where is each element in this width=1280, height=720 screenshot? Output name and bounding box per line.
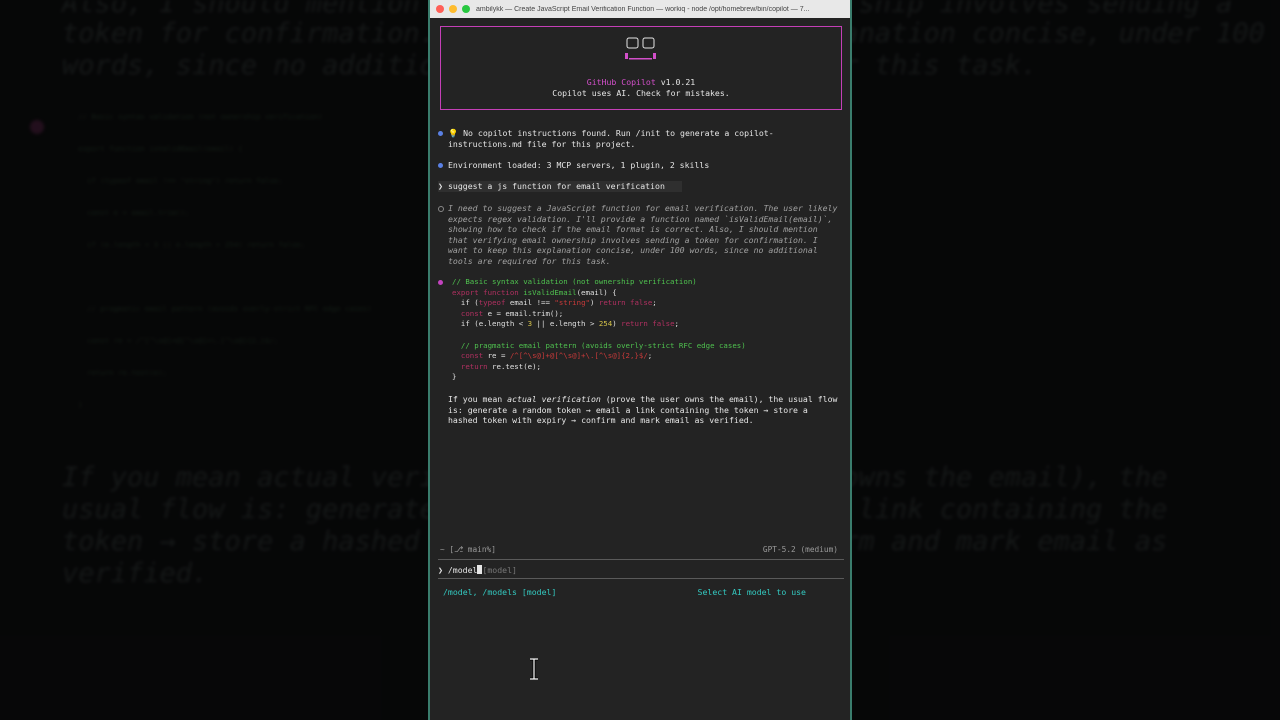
divider [438,578,844,579]
code-text: } [452,372,457,382]
code-text: || e.length > [532,319,599,329]
code-text: (email) { [576,287,617,297]
code-text: ; [674,319,679,329]
code-keyword: export function [452,287,519,297]
reasoning-bullet-icon [438,206,444,212]
code-keyword: return false [621,319,675,329]
code-block[interactable]: // Basic syntax validation (not ownershi… [452,277,746,383]
suggestion-description: Select AI model to use [697,587,806,597]
code-function-name: isValidEmail [523,287,577,297]
maximize-window-button[interactable] [462,5,470,13]
answer-text: If you mean [448,394,508,404]
answer-emphasis: actual verification [507,394,601,404]
reasoning-message: I need to suggest a JavaScript function … [438,203,842,267]
product-name: GitHub Copilot [586,77,656,87]
code-number: 254 [598,319,613,329]
command-input-value[interactable]: /model [448,565,478,575]
divider [438,559,844,560]
code-text: ; [647,351,653,361]
terminal-window[interactable]: ambilykk — Create JavaScript Email Verif… [428,0,852,720]
response-bullet-icon [438,280,443,285]
copilot-banner: GitHub Copilot v1.0.21 Copilot uses AI. … [440,26,842,110]
code-text: ; [652,298,657,308]
info-bullet-icon [438,131,443,136]
code-text: e = email.trim(); [483,308,564,318]
minimize-window-button[interactable] [449,5,457,13]
command-suggestion[interactable]: /model, /models [model] Select AI model … [443,587,806,597]
ai-disclaimer: Copilot uses AI. Check for mistakes. [552,88,730,98]
environment-text: Environment loaded: 3 MCP servers, 1 plu… [448,160,710,170]
code-keyword: const [460,308,484,318]
code-comment: // pragmatic email pattern (avoids overl… [460,340,746,350]
info-message: Environment loaded: 3 MCP servers, 1 plu… [438,160,842,171]
code-keyword: typeof [478,298,506,308]
window-title: ambilykk — Create JavaScript Email Verif… [476,5,810,13]
suggestion-command[interactable]: /model, /models [model] [443,587,556,597]
code-keyword: return false [598,298,653,308]
info-message: 💡 No copilot instructions found. Run /in… [438,128,842,149]
status-bar: ~ [⎇ main%] GPT-5.2 (medium) [440,545,838,554]
argument-hint: [model] [482,565,517,575]
copilot-logo-icon [625,37,656,60]
code-keyword: const [460,351,484,361]
cwd-branch: ~ [⎇ main%] [440,545,496,554]
code-text: ) [589,298,599,308]
reasoning-text: I need to suggest a JavaScript function … [448,203,843,266]
command-input[interactable]: ❯ /model [model] [438,565,844,575]
answer-message: If you mean actual verification (prove t… [438,394,842,426]
info-bullet-icon [438,163,443,168]
banner-title: GitHub Copilot v1.0.21 [441,77,841,87]
code-regex: /^[^\s@]+@[^\s@]+\.[^\s@]{2,}$/ [509,351,648,361]
code-text: re.test(e); [487,361,542,371]
code-string: "string" [554,298,590,308]
code-text: re = [483,351,510,361]
code-text: ) [612,319,622,329]
prompt-chevron-icon: ❯ [438,181,443,191]
product-version: v1.0.21 [660,77,696,87]
code-comment: // Basic syntax validation (not ownershi… [452,277,697,286]
user-prompt: ❯ suggest a js function for email verifi… [438,181,682,192]
model-indicator: GPT-5.2 (medium) [762,545,838,554]
code-text: email !== [505,298,555,308]
dim-overlay-right [852,0,1280,720]
i-beam-cursor-icon [530,658,538,680]
dim-overlay-left [0,0,428,720]
code-text: if ( [460,298,479,308]
user-prompt-text: suggest a js function for email verifica… [448,181,665,191]
code-keyword: return [460,361,488,371]
terminal-content[interactable]: GitHub Copilot v1.0.21 Copilot uses AI. … [438,18,846,720]
close-window-button[interactable] [436,5,444,13]
no-instructions-text: 💡 No copilot instructions found. Run /in… [448,128,774,149]
title-bar[interactable]: ambilykk — Create JavaScript Email Verif… [430,0,850,18]
prompt-chevron-icon: ❯ [438,565,443,575]
code-text: if (e.length < [460,319,528,329]
